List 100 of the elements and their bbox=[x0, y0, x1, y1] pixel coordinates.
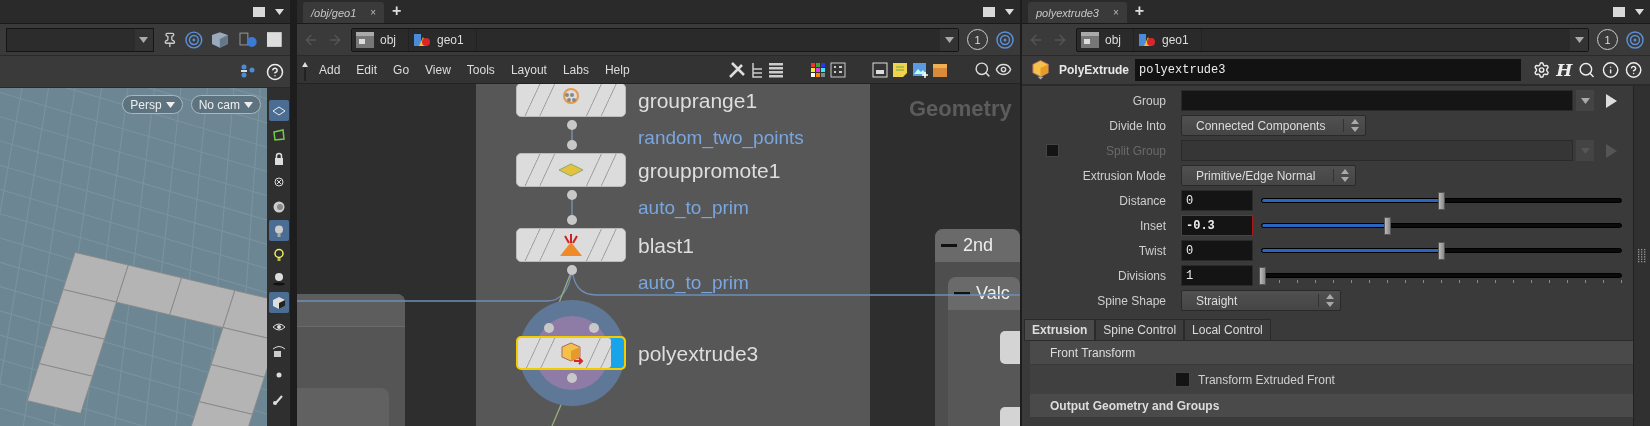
number-field[interactable]: 1 bbox=[1181, 265, 1253, 286]
number-field[interactable]: 0 bbox=[1181, 240, 1253, 261]
selector-field[interactable] bbox=[6, 27, 154, 52]
sticky-note-icon[interactable] bbox=[892, 61, 908, 78]
group-field[interactable] bbox=[1181, 90, 1573, 111]
settings-icon[interactable] bbox=[1533, 61, 1551, 79]
path-bar[interactable]: obj geo1 bbox=[1076, 27, 1589, 52]
collapse-icon[interactable] bbox=[954, 292, 970, 295]
shapes-icon bbox=[413, 31, 431, 48]
tools-icon[interactable] bbox=[728, 60, 746, 79]
camera-menu[interactable]: Persp bbox=[122, 95, 183, 114]
sphere-icon[interactable] bbox=[238, 30, 259, 49]
output-dot[interactable] bbox=[567, 373, 577, 383]
node-name: grouppromote1 bbox=[638, 160, 781, 181]
path-bar[interactable]: obj geo1 bbox=[351, 27, 959, 52]
sphere-icon bbox=[271, 199, 286, 214]
menu-item[interactable]: Labs bbox=[556, 62, 595, 77]
target-icon[interactable] bbox=[185, 30, 203, 49]
grid-list-icon[interactable] bbox=[830, 61, 846, 78]
section-heading[interactable]: Output Geometry and Groups bbox=[1030, 394, 1633, 418]
camera-menu[interactable]: No cam bbox=[190, 95, 261, 114]
node-name-field[interactable]: polyextrude3 bbox=[1135, 59, 1521, 81]
grip-icon bbox=[1638, 249, 1646, 263]
menu-item[interactable]: Go bbox=[387, 62, 416, 77]
square-icon[interactable] bbox=[266, 30, 284, 49]
slider-handle[interactable] bbox=[1259, 266, 1266, 285]
tool-button[interactable] bbox=[268, 220, 289, 241]
caret-icon bbox=[275, 8, 284, 15]
pointer-icon[interactable] bbox=[1604, 92, 1618, 109]
input-dot[interactable] bbox=[589, 323, 599, 333]
bulb-icon bbox=[271, 247, 286, 262]
section-heading[interactable]: Front Transform bbox=[1030, 341, 1633, 365]
node-type-label: PolyExtrude bbox=[1059, 63, 1129, 77]
target-icon[interactable] bbox=[1626, 30, 1644, 49]
pane-tab[interactable]: /obj/geo1 × bbox=[303, 2, 385, 23]
node-tile[interactable] bbox=[516, 336, 626, 370]
network-box-icon[interactable] bbox=[872, 61, 888, 78]
scrollbar[interactable] bbox=[1633, 86, 1650, 426]
number-field[interactable]: -0.3 bbox=[1181, 215, 1253, 236]
cube-icon[interactable] bbox=[210, 30, 231, 49]
dropdown-button[interactable] bbox=[1576, 90, 1594, 111]
menu-dropdown[interactable]: Connected Components bbox=[1181, 115, 1367, 136]
tool-button[interactable] bbox=[268, 292, 289, 313]
caret-icon bbox=[139, 36, 149, 43]
folder-tab[interactable]: Spine Control bbox=[1095, 319, 1185, 340]
input-dot[interactable] bbox=[567, 140, 577, 150]
target-icon[interactable] bbox=[996, 30, 1014, 49]
menu-item[interactable]: Tools bbox=[460, 62, 501, 77]
input-dot[interactable] bbox=[544, 323, 554, 333]
folder-tab[interactable]: Local Control bbox=[1184, 319, 1271, 340]
help-icon[interactable] bbox=[266, 62, 284, 81]
search-icon[interactable] bbox=[974, 61, 991, 78]
bulb-icon bbox=[271, 271, 286, 286]
tree-icon[interactable] bbox=[750, 60, 764, 79]
menu-item[interactable]: Add bbox=[313, 62, 347, 77]
slider-track[interactable] bbox=[1259, 265, 1624, 286]
checkbox[interactable] bbox=[1175, 372, 1190, 387]
number-field[interactable]: 0 bbox=[1181, 190, 1253, 211]
output-dot[interactable] bbox=[567, 190, 577, 200]
parameter-label: Spine Shape bbox=[1097, 293, 1166, 308]
path-crumb[interactable]: geo1 bbox=[1162, 32, 1189, 47]
node-tile[interactable] bbox=[516, 228, 626, 262]
pane-tab[interactable]: polyextrude3 × bbox=[1028, 2, 1127, 23]
caret-icon bbox=[165, 101, 175, 108]
list-icon[interactable] bbox=[768, 60, 784, 79]
new-tab-button[interactable]: + bbox=[1126, 1, 1153, 22]
output-dot[interactable] bbox=[567, 120, 577, 130]
pane-layout-icon[interactable] bbox=[1613, 6, 1625, 17]
color-grid-icon[interactable] bbox=[810, 61, 826, 78]
tool-button[interactable] bbox=[268, 100, 289, 121]
menu-dropdown[interactable]: Straight bbox=[1181, 290, 1341, 311]
menu-item[interactable]: Help bbox=[598, 62, 636, 77]
info-icon[interactable] bbox=[1601, 61, 1619, 79]
help-icon[interactable] bbox=[1624, 61, 1642, 79]
box-icon[interactable] bbox=[932, 61, 948, 78]
menu-item[interactable]: Edit bbox=[350, 62, 384, 77]
new-tab-button[interactable]: + bbox=[384, 1, 410, 22]
help-menu-button[interactable]: H bbox=[1556, 60, 1573, 80]
stepper-icon bbox=[1350, 119, 1359, 132]
menu-dropdown[interactable]: Primitive/Edge Normal bbox=[1181, 165, 1357, 186]
clapboard-icon bbox=[356, 31, 374, 48]
node-tile[interactable] bbox=[516, 153, 626, 187]
menu-item[interactable]: Layout bbox=[504, 62, 553, 77]
input-dot[interactable] bbox=[567, 215, 577, 225]
menu-item[interactable]: View bbox=[419, 62, 457, 77]
image-icon[interactable] bbox=[912, 61, 928, 78]
folder-tab[interactable]: Extrusion bbox=[1024, 319, 1096, 340]
node-name: polyextrude3 bbox=[638, 343, 759, 364]
diamond-icon bbox=[557, 163, 585, 177]
path-crumb[interactable]: obj bbox=[1105, 32, 1121, 47]
output-dot[interactable] bbox=[567, 265, 577, 275]
slider-handle[interactable] bbox=[1384, 216, 1392, 235]
slider-handle[interactable] bbox=[1438, 241, 1445, 260]
search-icon[interactable] bbox=[1578, 61, 1596, 79]
pane-layout-icon[interactable] bbox=[983, 6, 995, 17]
pane-layout-icon[interactable] bbox=[253, 6, 265, 17]
slider-handle[interactable] bbox=[1438, 191, 1445, 210]
path-crumb[interactable]: obj bbox=[380, 32, 396, 47]
node-tile[interactable] bbox=[516, 84, 626, 117]
path-crumb[interactable]: geo1 bbox=[437, 32, 464, 47]
